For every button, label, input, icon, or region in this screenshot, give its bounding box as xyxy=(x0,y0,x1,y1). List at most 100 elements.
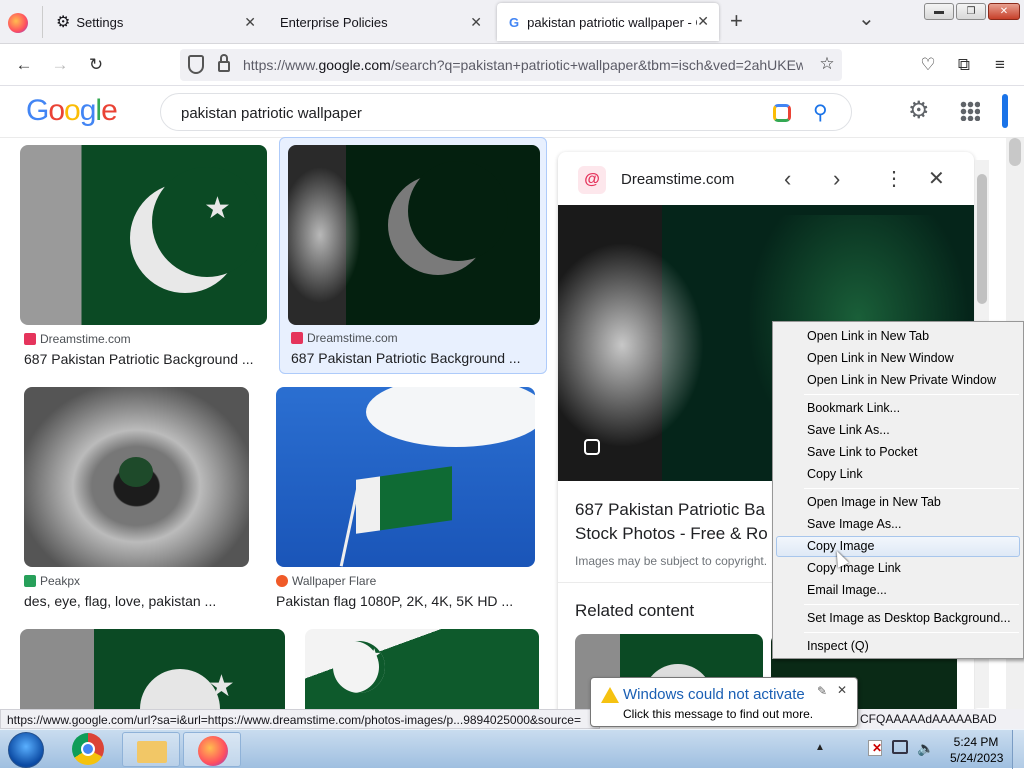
url-text[interactable]: https://www.google.com/search?q=pakistan… xyxy=(243,57,803,73)
menu-bookmark-link[interactable]: Bookmark Link... xyxy=(776,398,1020,419)
apps-grid-icon[interactable] xyxy=(960,101,980,121)
previous-icon[interactable]: ‹ xyxy=(784,166,791,192)
search-input[interactable]: pakistan patriotic wallpaper xyxy=(181,105,362,122)
copyright-notice[interactable]: Images may be subject to copyright. xyxy=(575,554,767,568)
result-image-flag-wave[interactable]: ★ xyxy=(305,629,539,709)
menu-save-link-as[interactable]: Save Link As... xyxy=(776,420,1020,441)
tab-settings[interactable]: ⚙ Settings ✕ xyxy=(44,0,266,44)
menu-open-link-private-window[interactable]: Open Link in New Private Window xyxy=(776,370,1020,391)
back-icon[interactable]: ← xyxy=(12,53,36,77)
gear-icon: ⚙ xyxy=(56,14,71,31)
result-image-flag-smoke[interactable] xyxy=(288,145,540,325)
scrollbar-thumb[interactable] xyxy=(977,174,987,304)
close-tab-icon[interactable]: ✕ xyxy=(244,14,256,31)
result-source[interactable]: Dreamstime.com xyxy=(24,332,131,346)
smoke-shape xyxy=(288,155,368,315)
result-caption[interactable]: des, eye, flag, love, pakistan ... xyxy=(24,593,250,609)
lens-search-icon[interactable] xyxy=(584,439,600,455)
url-bar[interactable]: https://www.google.com/search?q=pakistan… xyxy=(180,49,842,81)
menu-save-link-to-pocket[interactable]: Save Link to Pocket xyxy=(776,442,1020,463)
google-header: Google pakistan patriotic wallpaper ⚲ ⚙ xyxy=(0,86,1024,138)
menu-open-link-new-window[interactable]: Open Link in New Window xyxy=(776,348,1020,369)
dreamstime-logo-icon: @ xyxy=(578,166,606,194)
google-logo[interactable]: Google xyxy=(26,94,118,128)
forward-icon[interactable]: → xyxy=(48,53,72,77)
reload-icon[interactable]: ↻ xyxy=(84,53,108,77)
menu-copy-image[interactable]: Copy Image xyxy=(776,536,1020,557)
dreamstime-favicon-icon xyxy=(24,333,36,345)
volume-icon[interactable]: 🔈 xyxy=(917,740,934,757)
navigation-toolbar: ← → ↻ https://www.google.com/search?q=pa… xyxy=(0,44,1024,86)
more-options-icon[interactable]: ⋮ xyxy=(884,166,904,191)
notification-title: Windows could not activate xyxy=(623,686,805,703)
close-tab-icon[interactable]: ✕ xyxy=(697,13,709,30)
menu-separator xyxy=(804,632,1019,633)
lock-shackle xyxy=(220,54,228,63)
image-result[interactable]: ★ Dreamstime.com 687 Pakistan Patriotic … xyxy=(20,145,270,375)
next-icon[interactable]: › xyxy=(833,166,840,192)
list-all-tabs-button[interactable]: ⌄ xyxy=(858,6,875,31)
image-result[interactable]: Peakpx des, eye, flag, love, pakistan ..… xyxy=(24,387,254,619)
pocket-icon[interactable]: ♡ xyxy=(916,53,940,77)
menu-inspect[interactable]: Inspect (Q) xyxy=(776,636,1020,657)
scrollbar-thumb[interactable] xyxy=(1009,138,1021,166)
chrome-taskbar-icon[interactable] xyxy=(72,733,104,765)
result-image-flag-wood[interactable]: ★ xyxy=(20,145,267,325)
file-explorer-taskbar-icon[interactable] xyxy=(122,732,180,767)
restore-button[interactable]: ❐ xyxy=(956,3,986,20)
profile-edge[interactable] xyxy=(1002,94,1008,128)
close-panel-icon[interactable]: ✕ xyxy=(928,166,945,191)
flag-shape xyxy=(356,466,452,534)
menu-open-image-new-tab[interactable]: Open Image in New Tab xyxy=(776,492,1020,513)
result-caption[interactable]: 687 Pakistan Patriotic Background ... xyxy=(24,351,270,367)
result-source[interactable]: Wallpaper Flare xyxy=(276,574,376,588)
error-mark: ✕ xyxy=(872,741,883,755)
menu-save-image-as[interactable]: Save Image As... xyxy=(776,514,1020,535)
image-result-selected[interactable]: Dreamstime.com 687 Pakistan Patriotic Ba… xyxy=(279,137,547,374)
result-caption[interactable]: Pakistan flag 1080P, 2K, 4K, 5K HD ... xyxy=(276,593,536,609)
gear-icon[interactable]: ⚙ xyxy=(908,96,930,125)
show-desktop-button[interactable] xyxy=(1012,730,1024,769)
dreamstime-favicon-icon xyxy=(291,332,303,344)
result-source[interactable]: Dreamstime.com xyxy=(291,331,398,345)
result-image-eye[interactable] xyxy=(24,387,249,567)
panel-source[interactable]: Dreamstime.com xyxy=(621,171,734,188)
activation-notification[interactable]: Windows could not activate Click this me… xyxy=(590,677,858,727)
result-source[interactable]: Peakpx xyxy=(24,574,80,588)
panel-title[interactable]: 687 Pakistan Patriotic Ba Stock Photos -… xyxy=(575,498,768,546)
app-menu-icon[interactable]: ≡ xyxy=(988,53,1012,77)
result-image-flag-wood-2[interactable]: ★ xyxy=(20,629,285,709)
lens-icon[interactable] xyxy=(773,104,791,122)
bookmark-star-icon[interactable]: ☆ xyxy=(815,52,839,76)
smoke-shape xyxy=(558,225,718,465)
folder-icon xyxy=(137,741,167,763)
new-tab-button[interactable]: + xyxy=(730,8,743,34)
search-icon[interactable]: ⚲ xyxy=(813,100,828,125)
extensions-icon[interactable]: ⧉ xyxy=(952,53,976,77)
close-window-button[interactable]: ✕ xyxy=(988,3,1020,20)
menu-email-image[interactable]: Email Image... xyxy=(776,580,1020,601)
minimize-button[interactable]: ▬ xyxy=(924,3,954,20)
menu-open-link-new-tab[interactable]: Open Link in New Tab xyxy=(776,326,1020,347)
result-caption[interactable]: 687 Pakistan Patriotic Background ... xyxy=(291,350,541,366)
tab-google-images[interactable]: G pakistan patriotic wallpaper - G ✕ xyxy=(497,3,719,41)
tray-expand-icon[interactable]: ▲ xyxy=(815,742,825,753)
menu-set-desktop-background[interactable]: Set Image as Desktop Background... xyxy=(776,608,1020,629)
result-image-flag-sky[interactable] xyxy=(276,387,535,567)
clock[interactable]: 5:24 PM 5/24/2023 xyxy=(950,734,1003,766)
network-icon[interactable] xyxy=(892,740,908,754)
firefox-menu-icon[interactable] xyxy=(8,13,28,33)
menu-copy-link[interactable]: Copy Link xyxy=(776,464,1020,485)
image-result[interactable]: Wallpaper Flare Pakistan flag 1080P, 2K,… xyxy=(276,387,538,619)
tab-enterprise-policies[interactable]: Enterprise Policies ✕ xyxy=(268,0,492,44)
firefox-taskbar-icon[interactable] xyxy=(183,732,241,767)
search-box[interactable]: pakistan patriotic wallpaper ⚲ xyxy=(160,93,852,131)
close-notification-icon[interactable]: ✕ xyxy=(837,683,847,697)
close-tab-icon[interactable]: ✕ xyxy=(470,14,482,31)
menu-copy-image-link[interactable]: Copy Image Link xyxy=(776,558,1020,579)
action-center-flag-icon[interactable]: ✕ xyxy=(868,740,882,756)
tracking-protection-shield-icon[interactable] xyxy=(188,55,204,74)
menu-separator xyxy=(804,394,1019,395)
start-button-icon[interactable] xyxy=(8,732,44,768)
options-wrench-icon[interactable]: ✎ xyxy=(817,684,827,698)
